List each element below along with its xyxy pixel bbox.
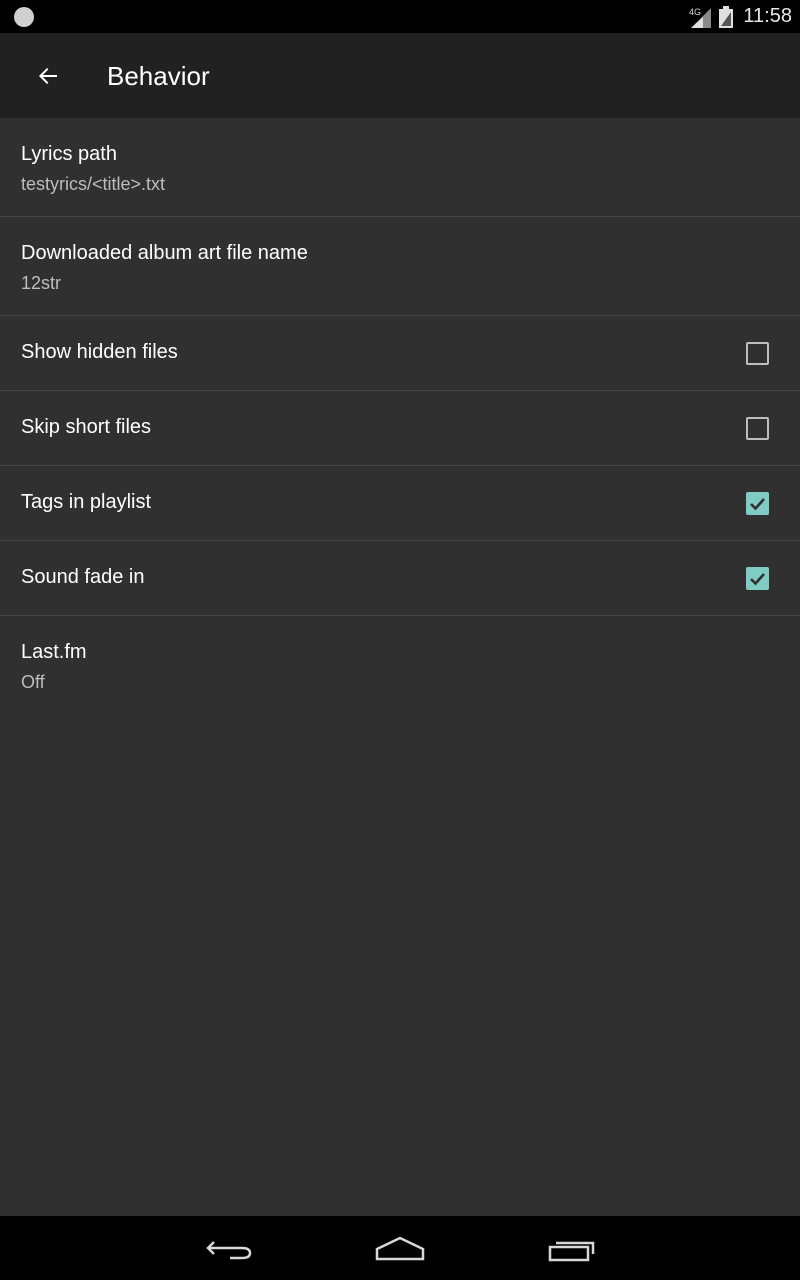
pref-title: Tags in playlist bbox=[21, 491, 152, 513]
recent-apps-icon bbox=[548, 1241, 595, 1262]
back-button[interactable] bbox=[24, 53, 72, 99]
status-bar: 4G 11:58 bbox=[0, 0, 800, 33]
pref-title: Sound fade in bbox=[21, 566, 145, 588]
skip-short-files-checkbox[interactable] bbox=[746, 417, 769, 440]
home-icon bbox=[375, 1236, 425, 1261]
battery-icon bbox=[719, 5, 734, 28]
signal-icon: 4G bbox=[689, 7, 712, 28]
status-icons: 4G 11:58 bbox=[689, 0, 792, 33]
pref-summary: Off bbox=[21, 672, 45, 692]
nav-recent-apps-button[interactable] bbox=[530, 1226, 610, 1270]
pref-title: Last.fm bbox=[21, 641, 87, 663]
preference-list: Lyrics path testyrics/<title>.txt Downlo… bbox=[0, 118, 800, 715]
pref-title: Lyrics path bbox=[21, 143, 117, 165]
pref-summary: 12str bbox=[21, 273, 62, 293]
pref-title: Show hidden files bbox=[21, 341, 178, 363]
pref-skip-short-files[interactable]: Skip short files bbox=[0, 391, 800, 466]
pref-title: Skip short files bbox=[21, 416, 152, 438]
back-icon bbox=[206, 1241, 252, 1260]
pref-sound-fade-in[interactable]: Sound fade in bbox=[0, 541, 800, 616]
pref-lastfm[interactable]: Last.fm Off bbox=[0, 616, 800, 715]
network-type-label: 4G bbox=[689, 7, 701, 17]
arrow-back-icon bbox=[39, 68, 57, 84]
notification-dot-icon bbox=[14, 7, 34, 27]
checkmark-icon bbox=[750, 573, 765, 586]
show-hidden-files-checkbox[interactable] bbox=[746, 342, 769, 365]
pref-title: Downloaded album art file name bbox=[21, 242, 308, 264]
pref-summary: testyrics/<title>.txt bbox=[21, 174, 166, 194]
checkmark-icon bbox=[750, 498, 765, 511]
status-time: 11:58 bbox=[743, 5, 792, 27]
pref-lyrics-path[interactable]: Lyrics path testyrics/<title>.txt bbox=[0, 118, 800, 217]
nav-back-button[interactable] bbox=[190, 1226, 270, 1270]
sound-fade-in-checkbox[interactable] bbox=[746, 567, 769, 590]
pref-show-hidden-files[interactable]: Show hidden files bbox=[0, 316, 800, 391]
navigation-bar bbox=[0, 1216, 800, 1280]
pref-tags-in-playlist[interactable]: Tags in playlist bbox=[0, 466, 800, 541]
page-title: Behavior bbox=[107, 61, 210, 91]
nav-home-button[interactable] bbox=[360, 1226, 440, 1270]
app-bar: Behavior bbox=[0, 33, 800, 118]
pref-album-art-file-name[interactable]: Downloaded album art file name 12str bbox=[0, 217, 800, 316]
tags-in-playlist-checkbox[interactable] bbox=[746, 492, 769, 515]
